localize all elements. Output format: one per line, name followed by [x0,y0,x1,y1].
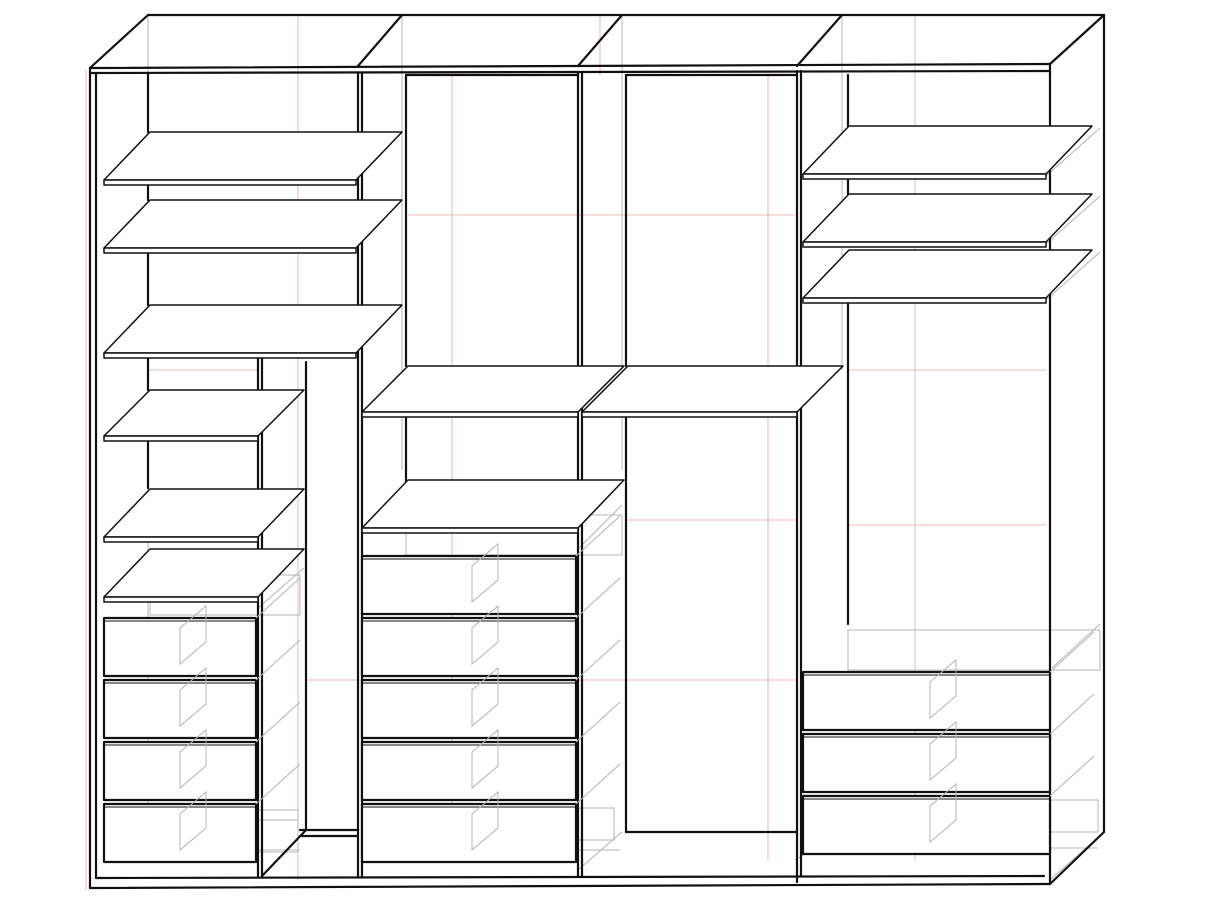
shelf [802,249,1093,304]
shelf-edge [581,411,798,418]
shelf-edge [103,596,259,603]
shelf-top [361,365,625,413]
shelf-edge [103,435,259,442]
shelf-edge [103,536,259,543]
shelf-top [103,131,403,181]
drawer-side-edge [1049,693,1095,735]
shelf-edge [103,352,357,359]
drawer-side-edge [1049,631,1095,673]
drawer-front[interactable] [360,616,578,678]
shelf-top [361,479,625,529]
shelf-top [103,199,403,249]
wardrobe-drawing [0,0,1211,908]
shelf [103,304,403,359]
drawer-front[interactable] [801,794,1052,856]
shelf-top [802,193,1093,243]
shelf [103,199,403,254]
shelf-edge [361,527,579,534]
shelf-edge [802,173,1047,180]
drawer-front[interactable] [360,740,578,802]
shelf-edge [103,247,357,254]
shelf [103,131,403,186]
drawer-front[interactable] [360,802,578,864]
shelf-edge [103,179,357,186]
wardrobe-svg [85,13,1106,890]
shelf-top [581,365,844,413]
drawer-side-edge [1049,755,1095,797]
shelf [581,365,844,418]
shelf [103,488,305,543]
drawer-front[interactable] [801,670,1052,732]
shelf-top [802,249,1093,299]
shelf-top [103,389,305,437]
shelf [361,479,625,534]
shelf [802,125,1093,180]
drawer-front[interactable] [801,732,1052,794]
shelf [802,193,1093,248]
shelf-edge [802,241,1047,248]
shelf-top [103,548,305,598]
shelf-top [802,125,1093,175]
shelves [103,125,1093,603]
shelf-edge [802,297,1047,304]
drawer-front[interactable] [360,554,578,616]
shelf-top [103,488,305,538]
drawer-front[interactable] [360,678,578,740]
shelf-top [103,304,403,354]
shelf-edge [361,411,579,418]
shelf [103,389,305,442]
